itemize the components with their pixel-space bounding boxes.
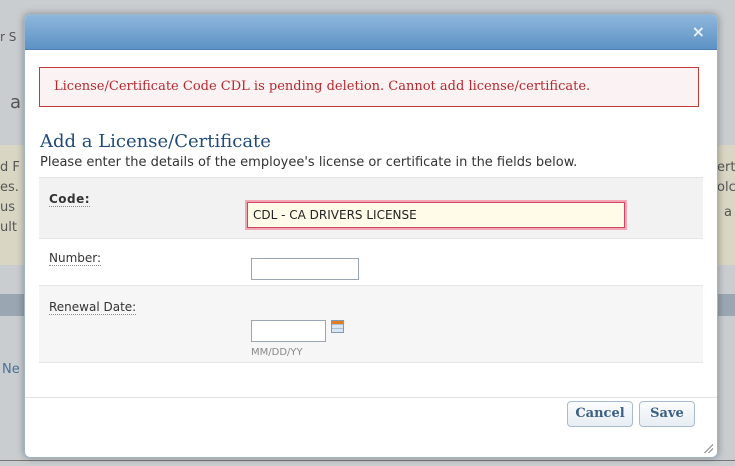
background-text: d F: [0, 160, 20, 175]
footer-divider: [25, 397, 717, 398]
cancel-button[interactable]: Cancel: [567, 401, 633, 427]
close-icon[interactable]: ×: [692, 24, 705, 40]
renewal-date-label: Renewal Date:: [49, 300, 137, 315]
code-label: Code:: [49, 192, 91, 207]
background-text: us: [0, 200, 16, 215]
background-link[interactable]: Ne: [2, 362, 20, 377]
background-text: a: [724, 205, 732, 220]
calendar-icon[interactable]: [331, 320, 344, 333]
save-button[interactable]: Save: [639, 401, 695, 427]
background-text: a: [10, 92, 22, 113]
dialog-heading: Add a License/Certificate: [40, 131, 271, 152]
error-message-box: License/Certificate Code CDL is pending …: [39, 67, 699, 107]
renewal-date-input[interactable]: [251, 320, 326, 342]
background-text: es.: [0, 180, 19, 195]
license-form: Code: Number: Renewal Date: CDL - CA DRI…: [39, 177, 703, 363]
background-text: erta: [717, 160, 735, 175]
renewal-date-row: Renewal Date:: [39, 286, 703, 363]
date-format-hint: MM/DD/YY: [251, 347, 303, 358]
background-divider: [0, 460, 735, 461]
background-text: r S: [0, 30, 17, 44]
code-input[interactable]: CDL - CA DRIVERS LICENSE: [247, 202, 625, 228]
resize-grip-icon[interactable]: [703, 443, 713, 453]
number-row: Number:: [39, 239, 703, 286]
background-text: ult: [0, 220, 17, 235]
dialog-instructions: Please enter the details of the employee…: [40, 155, 578, 170]
number-label: Number:: [49, 251, 102, 266]
dialog-titlebar[interactable]: ×: [25, 15, 717, 50]
number-input[interactable]: [251, 258, 359, 280]
add-license-dialog: × License/Certificate Code CDL is pendin…: [24, 14, 718, 458]
error-message: License/Certificate Code CDL is pending …: [54, 79, 591, 94]
background-text: olc: [717, 180, 735, 195]
